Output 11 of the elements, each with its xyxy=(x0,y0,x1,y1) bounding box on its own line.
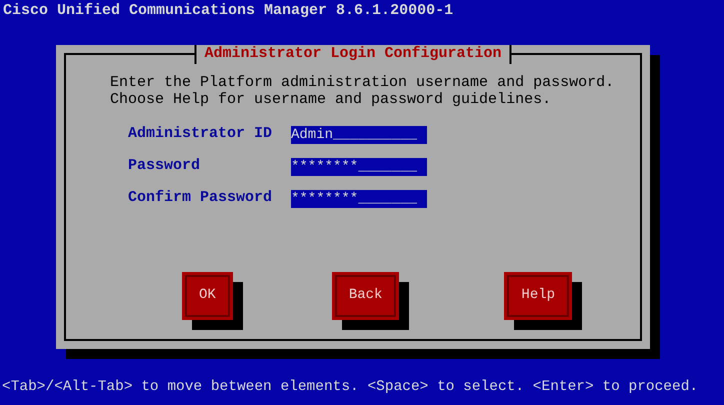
instruction-text: Choose Help for username and password guidelines. xyxy=(110,92,552,108)
dialog-title: Administrator Login Configuration xyxy=(194,45,512,64)
status-bar-text: <Tab>/<Alt-Tab> to move between elements. <Space> to select. <Enter> to proceed. xyxy=(1,380,700,396)
window-title: Cisco Unified Communications Manager 8.6.1.20000-1 xyxy=(2,1,454,21)
instruction-text: Enter the Platform administration username and password. xyxy=(110,75,616,92)
input-field[interactable]: Admin__________ xyxy=(291,126,427,144)
field-label: Password xyxy=(128,158,202,176)
field-label: Administrator ID xyxy=(128,126,274,144)
field-label: Confirm Password xyxy=(128,190,274,208)
input-field[interactable]: ********_______ xyxy=(291,158,427,176)
input-field[interactable]: ********_______ xyxy=(291,190,427,208)
